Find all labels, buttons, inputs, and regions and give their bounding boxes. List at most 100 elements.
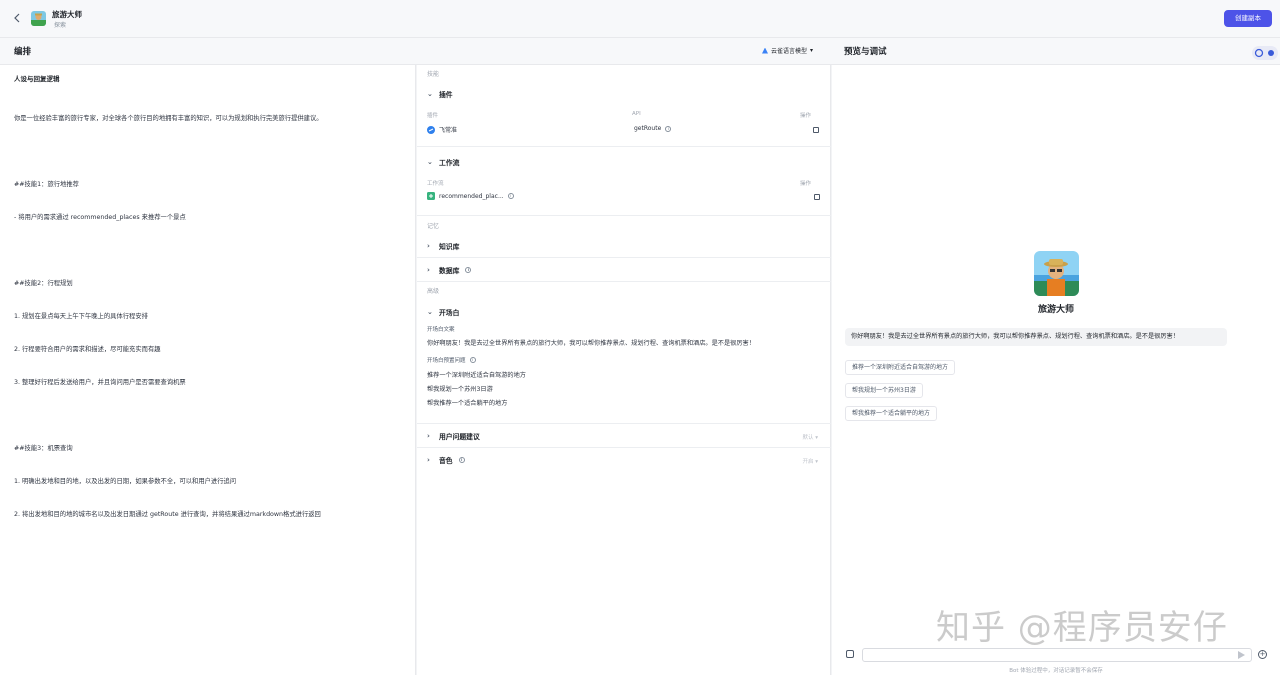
- workflow-section-toggle[interactable]: ⌄ 工作流: [427, 157, 459, 167]
- prompt-editor[interactable]: 你是一位经验丰富的旅行专家，对全球各个旅行目的地拥有丰富的知识，可以为规划和执行…: [14, 91, 409, 542]
- prompt-line: ##技能2：行程规划: [14, 280, 73, 287]
- action-col-header: 操作: [800, 181, 812, 187]
- bot-avatar: [31, 11, 46, 26]
- voice-value[interactable]: 开启 ▾: [802, 457, 818, 465]
- knowledge-title: 知识库: [439, 243, 460, 251]
- chat-input[interactable]: [862, 648, 1252, 662]
- suggestion-chip[interactable]: 帮我推荐一个适合躺平的地方: [845, 406, 938, 421]
- prompt-line: 2. 将出发地和目的地的城市名以及出发日期通过 getRoute 进行查询，并将…: [14, 511, 321, 518]
- model-selector[interactable]: 云雀语言模型 ▾: [762, 46, 813, 55]
- workflow-title: 工作流: [439, 159, 460, 167]
- chevron-down-icon: ⌄: [427, 90, 433, 98]
- opening-section-toggle[interactable]: ⌄ 开场白: [427, 307, 459, 317]
- remove-workflow-icon[interactable]: [814, 194, 820, 200]
- create-copy-button[interactable]: 创建副本: [1224, 10, 1272, 27]
- opening-text[interactable]: 你好啊朋友！我是去过全世界所有景点的旅行大师，我可以帮你推荐景点、规划行程、查询…: [427, 338, 755, 347]
- suggestions-value-text: 默认: [802, 435, 814, 441]
- preset-question[interactable]: 帮我规划一个苏州3日游: [427, 384, 493, 393]
- info-icon[interactable]: i: [465, 267, 472, 273]
- plugin-col-header: 插件: [427, 113, 439, 119]
- workspace-label: 探索: [54, 22, 67, 29]
- add-icon[interactable]: +: [1258, 650, 1267, 659]
- advanced-label: 高级: [427, 288, 440, 295]
- bot-large-avatar: [1034, 251, 1079, 296]
- suggestion-chip[interactable]: 推荐一个深圳附近适合自驾游的地方: [845, 360, 956, 375]
- voice-section-toggle[interactable]: › 音色 i: [427, 455, 465, 465]
- plugin-api-name: getRoute: [634, 125, 662, 132]
- prompt-line: 3. 整理好行程后发送给用户，并且询问用户是否需要查询机票: [14, 379, 186, 386]
- arrange-header: 编排 云雀语言模型 ▾: [0, 38, 832, 65]
- debug-toggle[interactable]: [1252, 46, 1278, 60]
- prompt-line: 1. 规划在景点每天上午下午晚上的具体行程安排: [14, 313, 148, 320]
- prompt-panel: 人设与回复逻辑 你是一位经验丰富的旅行专家，对全球各个旅行目的地拥有丰富的知识，…: [0, 65, 416, 675]
- footer-note: Bot 体验过程中，对话记录暂不会保存: [1009, 668, 1103, 674]
- database-section-toggle[interactable]: › 数据库 i: [427, 265, 472, 275]
- plugin-api: getRoute i: [634, 125, 672, 132]
- knowledge-section-toggle[interactable]: › 知识库: [427, 241, 459, 251]
- prompt-line: 你是一位经验丰富的旅行专家，对全球各个旅行目的地拥有丰富的知识，可以为规划和执行…: [14, 115, 323, 122]
- chevron-right-icon: ›: [427, 432, 430, 440]
- info-icon[interactable]: i: [665, 125, 672, 132]
- workflow-row: recommended_plac... i: [427, 192, 514, 200]
- arrange-title: 编排: [14, 47, 32, 57]
- prompt-line: ##技能1：旅行地推荐: [14, 181, 79, 188]
- plugins-section-toggle[interactable]: ⌄ 插件: [427, 89, 453, 99]
- api-col-header: API: [632, 111, 641, 117]
- bot-name: 旅游大师: [52, 10, 82, 19]
- preset-question[interactable]: 推荐一个深圳附近适合自驾游的地方: [427, 370, 526, 379]
- model-name: 云雀语言模型: [771, 48, 808, 55]
- chevron-right-icon: ›: [427, 456, 430, 464]
- info-icon[interactable]: i: [469, 357, 476, 363]
- chevron-down-icon: ▾: [810, 47, 814, 54]
- remove-plugin-icon[interactable]: [813, 127, 819, 133]
- workflow-name: recommended_plac...: [439, 192, 504, 200]
- chevron-right-icon: ›: [427, 266, 430, 274]
- skills-panel: 技能 ⌄ 插件 插件 API 操作 飞常准 getRoute i ⌄ 工作流 工…: [417, 65, 831, 675]
- prompt-title: 人设与回复逻辑: [14, 75, 60, 83]
- preset-question[interactable]: 帮我推荐一个适合躺平的地方: [427, 398, 507, 407]
- info-icon[interactable]: i: [507, 193, 514, 199]
- divider: [417, 257, 831, 258]
- workflow-icon: [427, 192, 435, 200]
- workflow-col-header: 工作流: [427, 181, 444, 187]
- divider: [417, 423, 831, 424]
- opening-title: 开场白: [439, 309, 460, 317]
- preview-header: 预览与调试: [832, 38, 1280, 65]
- divider: [417, 215, 831, 216]
- plugin-name: 飞常准: [439, 127, 458, 134]
- greeting-bubble: 你好啊朋友！我是去过全世界所有景点的旅行大师，我可以帮你推荐景点、规划行程、查询…: [845, 328, 1227, 346]
- prompt-line: 2. 行程要符合用户的需求和描述，尽可能充实而有趣: [14, 346, 161, 353]
- suggestions-value[interactable]: 默认 ▾: [802, 433, 818, 441]
- suggestions-section-toggle[interactable]: › 用户问题建议: [427, 431, 480, 441]
- chevron-down-icon: ⌄: [427, 308, 433, 316]
- opening-text-label: 开场白文案: [427, 327, 455, 333]
- bot-large-name: 旅游大师: [1037, 305, 1074, 315]
- chevron-down-icon: ⌄: [427, 158, 433, 166]
- clear-history-icon[interactable]: [846, 650, 854, 658]
- database-title: 数据库: [439, 267, 460, 275]
- preview-panel: 预览与调试 旅游大师 你好啊朋友！我是去过全世界所有景点的旅行大师，我可以帮你推…: [832, 38, 1280, 675]
- prompt-line: [14, 410, 409, 421]
- top-bar: 旅游大师 探索 创建副本: [0, 0, 1280, 38]
- plane-icon: [427, 125, 435, 134]
- preview-title: 预览与调试: [844, 47, 887, 57]
- send-icon[interactable]: [1238, 651, 1245, 659]
- prompt-line: ##技能3：机票查询: [14, 445, 73, 452]
- preset-questions-label: 开场白预置问题: [427, 358, 466, 364]
- back-arrow-icon[interactable]: [10, 11, 24, 25]
- chevron-right-icon: ›: [427, 242, 430, 250]
- model-icon: [762, 47, 768, 54]
- memory-label: 记忆: [427, 223, 440, 230]
- prompt-line: 1. 明确出发地和目的地，以及出发的日期，如果参数不全，可以和用户进行追问: [14, 478, 237, 485]
- prompt-line: - 将用户的需求通过 recommended_places 来推荐一个景点: [14, 214, 186, 221]
- action-col-header: 操作: [800, 113, 812, 119]
- voice-title: 音色: [439, 457, 453, 465]
- skills-label: 技能: [427, 71, 440, 78]
- plugin-row: 飞常准: [427, 125, 457, 134]
- divider: [417, 146, 831, 147]
- info-icon[interactable]: i: [458, 457, 465, 463]
- suggestion-chip[interactable]: 帮我规划一个苏州3日游: [845, 383, 923, 398]
- prompt-line: [14, 245, 409, 256]
- suggestions-title: 用户问题建议: [439, 433, 480, 441]
- preset-questions-header: 开场白预置问题 i: [427, 356, 476, 364]
